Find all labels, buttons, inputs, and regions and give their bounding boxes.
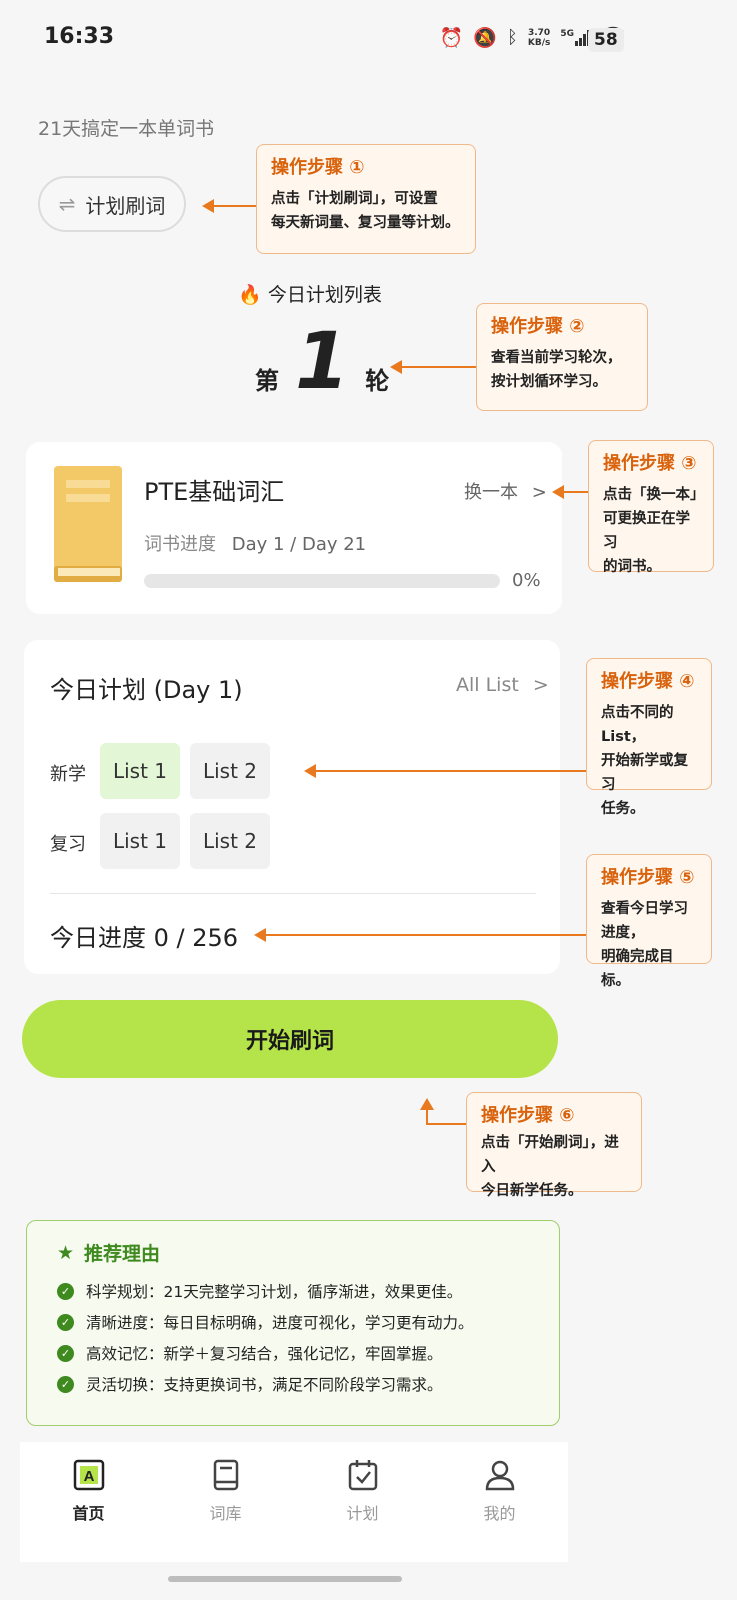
recommend-reasons-box: ★ 推荐理由 ✓ 科学规划：21天完整学习计划，循序渐进，效果更佳。 ✓ 清晰进… — [26, 1220, 560, 1426]
swap-arrows-icon: ⇌ — [58, 192, 76, 216]
bluetooth-icon: ᛒ — [507, 27, 518, 48]
plan-words-label: 计划刷词 — [85, 193, 166, 218]
check-circle-icon: ✓ — [57, 1282, 74, 1300]
start-words-button[interactable]: 开始刷词 — [22, 1000, 558, 1078]
check-circle-icon: ✓ — [57, 1313, 74, 1331]
page-subtitle: 21天搞定一本单词书 — [38, 118, 215, 140]
review-list-2-chip[interactable]: List 2 — [190, 813, 270, 869]
alarm-icon: ⏰ — [439, 27, 464, 49]
reasons-title: ★ 推荐理由 — [57, 1241, 161, 1266]
callout-step-6: 操作步骤 ⑥ 点击「开始刷词」，进入 今日新学任务。 — [466, 1092, 642, 1199]
today-plan-title: 今日计划 (Day 1) — [50, 676, 243, 704]
callout-arrow-4 — [304, 764, 586, 778]
callout-step-1: 操作步骤 ① 点击「计划刷词」，可设置 每天新词量、复习量等计划。 — [256, 144, 476, 254]
battery-level: 58 — [588, 28, 624, 52]
callout-arrow-5 — [254, 928, 586, 942]
network-speed: 3.70 KB/s — [527, 27, 551, 48]
new-learn-label: 新学 — [50, 764, 86, 785]
mute-bell-icon: 🔕 — [473, 27, 498, 49]
book-icon — [213, 1459, 238, 1491]
star-icon: ★ — [57, 1241, 75, 1264]
review-list-1-chip[interactable]: List 1 — [100, 813, 180, 869]
svg-text:A: A — [83, 1468, 94, 1485]
tab-plan[interactable]: 计划 — [294, 1442, 431, 1562]
tab-home[interactable]: A 首页 — [20, 1442, 157, 1562]
tab-library[interactable]: 词库 — [157, 1442, 294, 1562]
calendar-check-icon — [348, 1460, 377, 1491]
review-label: 复习 — [50, 834, 86, 855]
all-list-button[interactable]: All List > — [456, 674, 549, 696]
round-indicator: 第 1 轮 — [255, 317, 390, 407]
reason-item: ✓ 灵活切换：支持更换词书，满足不同阶段学习需求。 — [57, 1373, 529, 1395]
callout-arrow-6-horizontal — [426, 1123, 466, 1125]
callout-arrow-1 — [202, 199, 256, 213]
book-title: PTE基础词汇 — [144, 478, 285, 506]
user-icon — [485, 1460, 514, 1491]
reason-item: ✓ 高效记忆：新学＋复习结合，强化记忆，牢固掌握。 — [57, 1342, 529, 1364]
book-cover-icon — [52, 466, 124, 584]
home-indicator[interactable] — [168, 1576, 402, 1582]
new-list-2-chip[interactable]: List 2 — [190, 743, 270, 799]
callout-step-2: 操作步骤 ② 查看当前学习轮次， 按计划循环学习。 — [476, 303, 648, 411]
fire-icon: 🔥 — [238, 284, 262, 306]
tab-profile[interactable]: 我的 — [431, 1442, 568, 1562]
home-a-icon: A — [73, 1459, 104, 1491]
callout-arrow-6-head — [420, 1098, 434, 1110]
callout-arrow-6-vertical — [426, 1108, 428, 1124]
switch-book-button[interactable]: 换一本 > — [464, 478, 547, 504]
chevron-right-icon: > — [531, 482, 547, 503]
callout-arrow-2 — [390, 360, 476, 374]
chevron-right-icon: > — [532, 674, 549, 696]
reason-item: ✓ 清晰进度：每日目标明确，进度可视化，学习更有动力。 — [57, 1311, 529, 1333]
callout-arrow-3 — [552, 485, 588, 499]
check-circle-icon: ✓ — [57, 1375, 74, 1393]
divider — [50, 893, 536, 894]
reason-item: ✓ 科学规划：21天完整学习计划，循序渐进，效果更佳。 — [57, 1280, 529, 1302]
callout-step-5: 操作步骤 ⑤ 查看今日学习进度， 明确完成目标。 — [586, 854, 712, 989]
bottom-tab-bar: A 首页 词库 计划 我的 — [20, 1442, 568, 1562]
check-circle-icon: ✓ — [57, 1344, 74, 1362]
book-progress-text: 词书进度 Day 1 / Day 21 — [144, 534, 367, 555]
signal-icon: 5G — [560, 29, 591, 46]
book-progress-percent: 0% — [512, 570, 541, 591]
callout-step-4: 操作步骤 ④ 点击不同的 List， 开始新学或复习 任务。 — [586, 658, 712, 817]
plan-words-button[interactable]: ⇌ 计划刷词 — [38, 176, 186, 232]
status-time: 16:33 — [44, 24, 115, 49]
callout-step-3: 操作步骤 ③ 点击「换一本」 可更换正在学习 的词书。 — [588, 440, 714, 575]
new-list-1-chip[interactable]: List 1 — [100, 743, 180, 799]
today-progress: 今日进度 0 / 256 — [50, 924, 239, 952]
book-progress-bar — [144, 574, 500, 588]
